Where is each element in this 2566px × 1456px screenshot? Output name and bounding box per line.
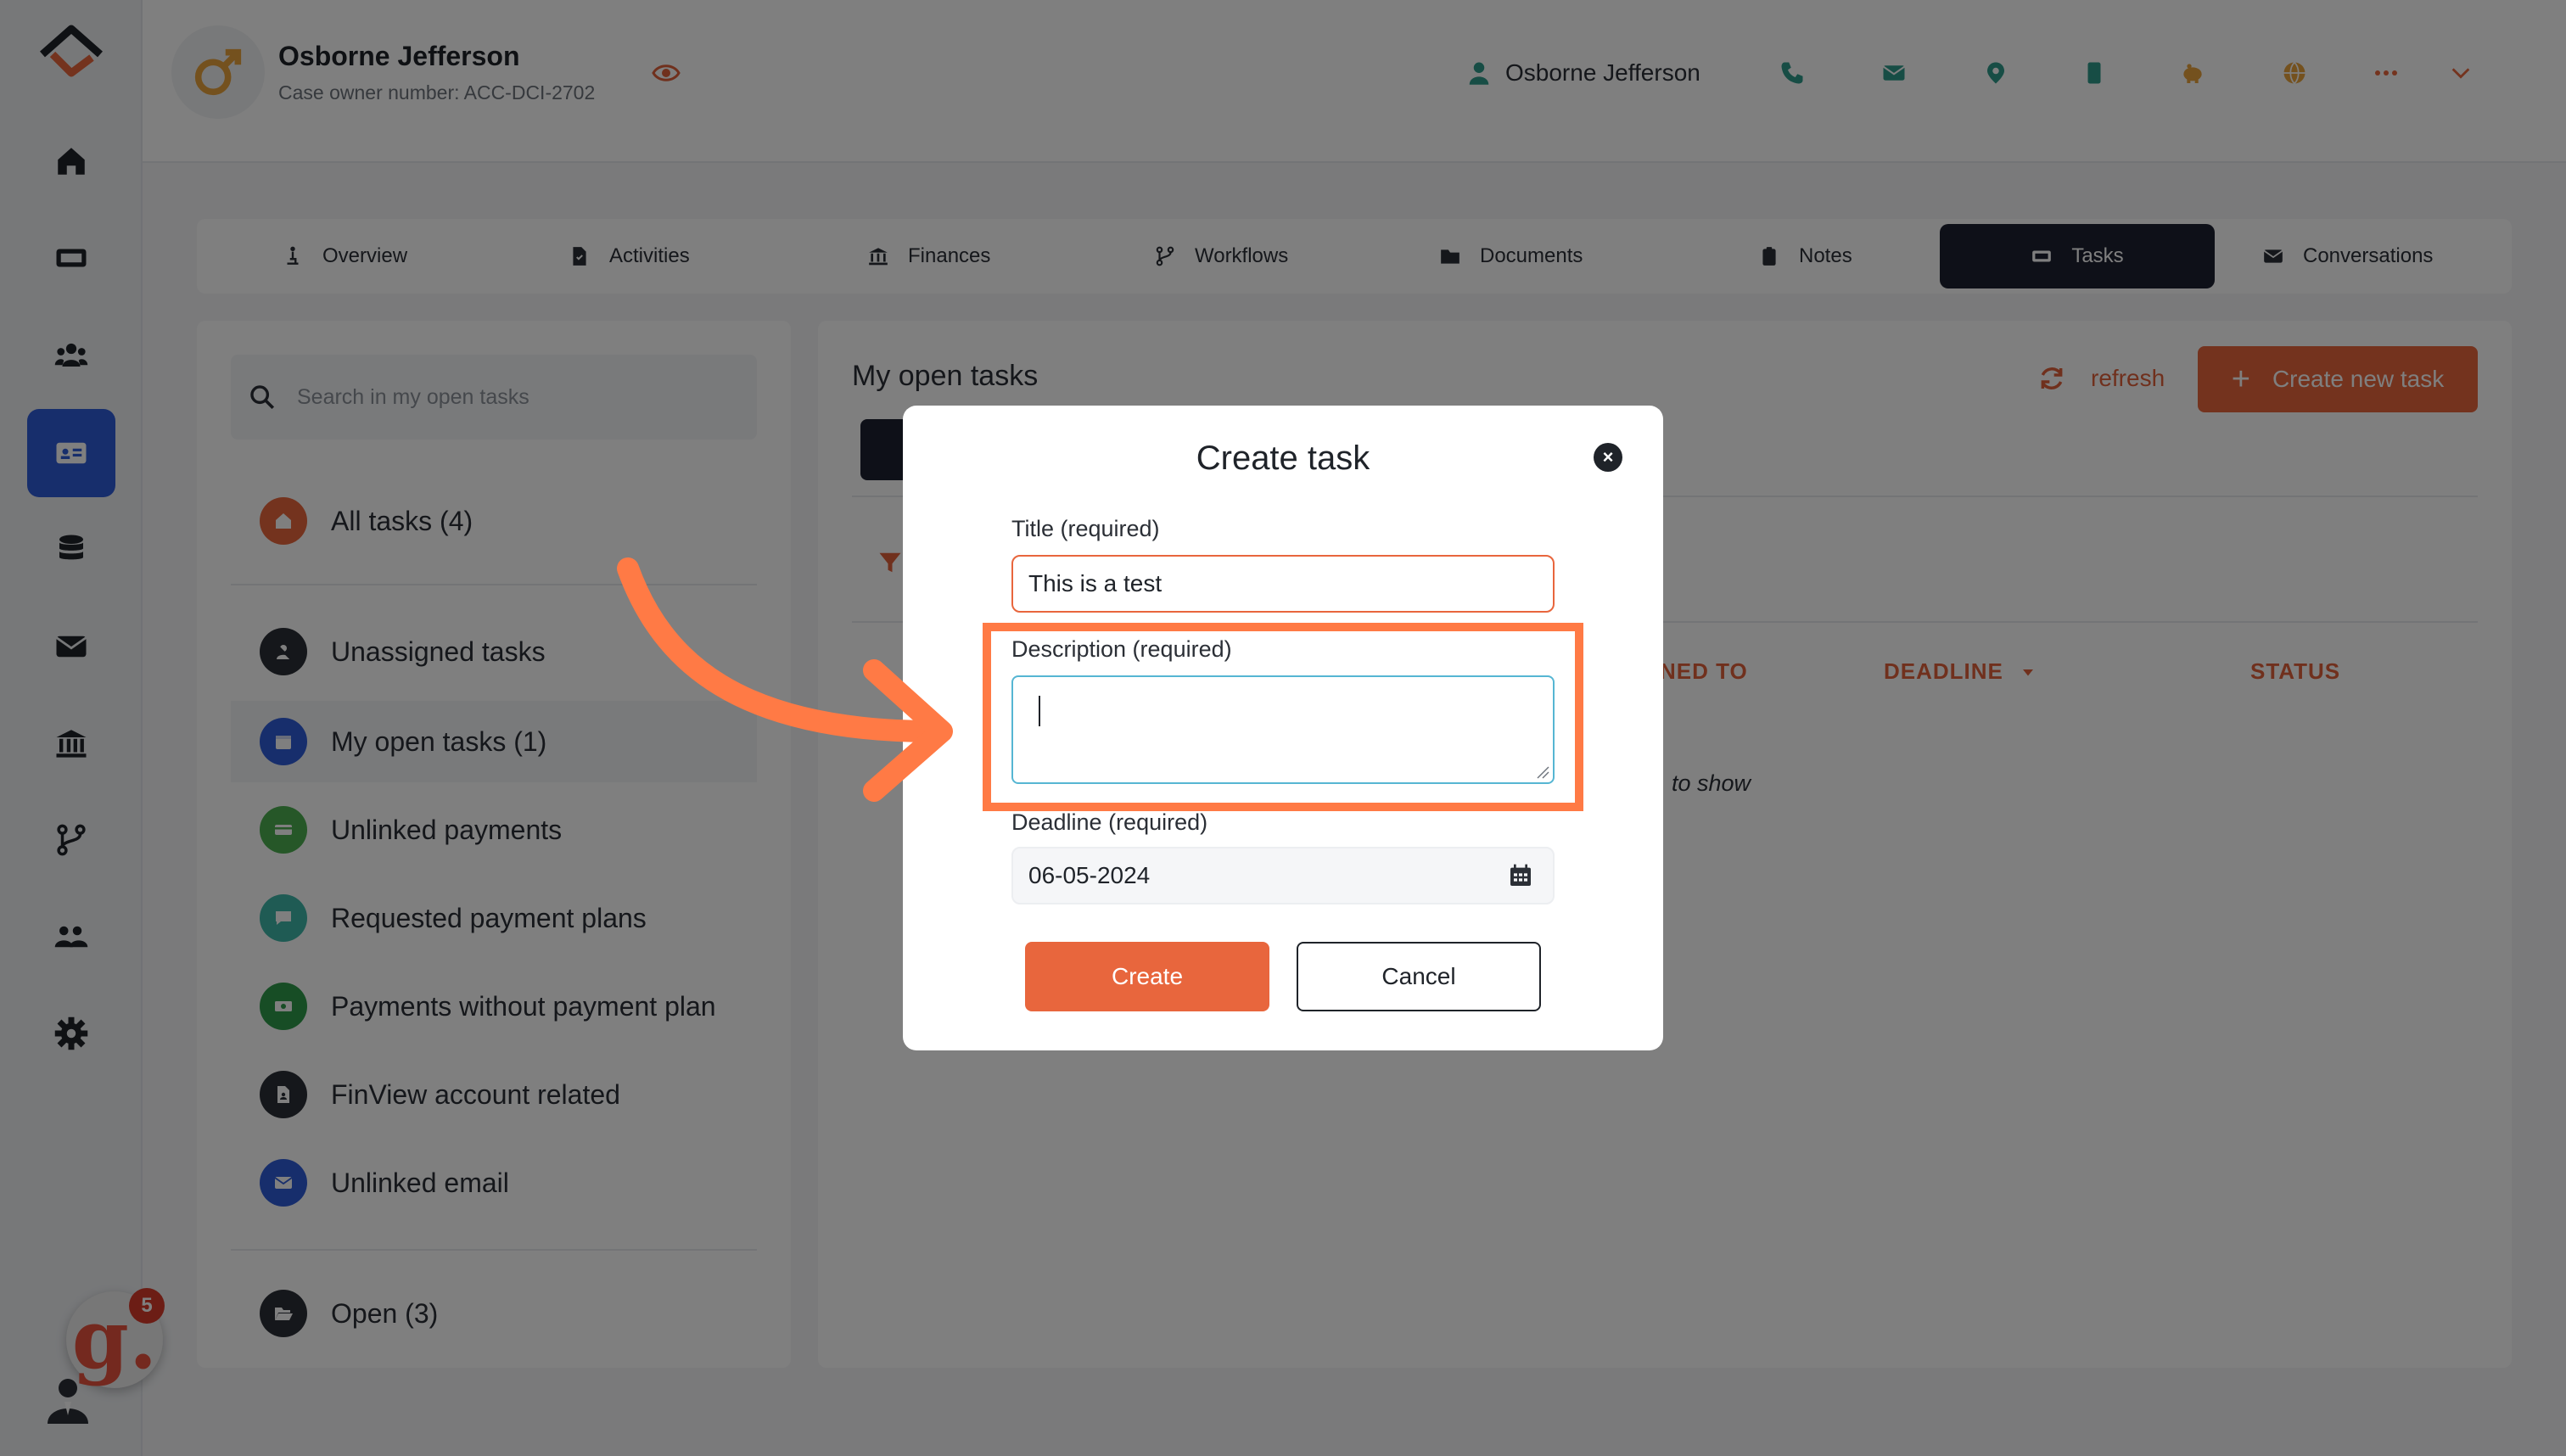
close-icon[interactable]: × xyxy=(1594,443,1622,472)
modal-title: Create task xyxy=(1196,440,1370,477)
description-highlight-box xyxy=(983,623,1583,811)
deadline-input[interactable]: 06-05-2024 xyxy=(1011,847,1555,904)
pointer-arrow-icon xyxy=(617,557,953,802)
deadline-label: Deadline (required) xyxy=(1011,809,1208,835)
title-label: Title (required) xyxy=(1011,516,1160,541)
create-button[interactable]: Create xyxy=(1025,942,1269,1011)
cancel-button[interactable]: Cancel xyxy=(1297,942,1541,1011)
title-input[interactable]: This is a test xyxy=(1011,555,1555,613)
calendar-icon[interactable] xyxy=(1507,862,1534,889)
